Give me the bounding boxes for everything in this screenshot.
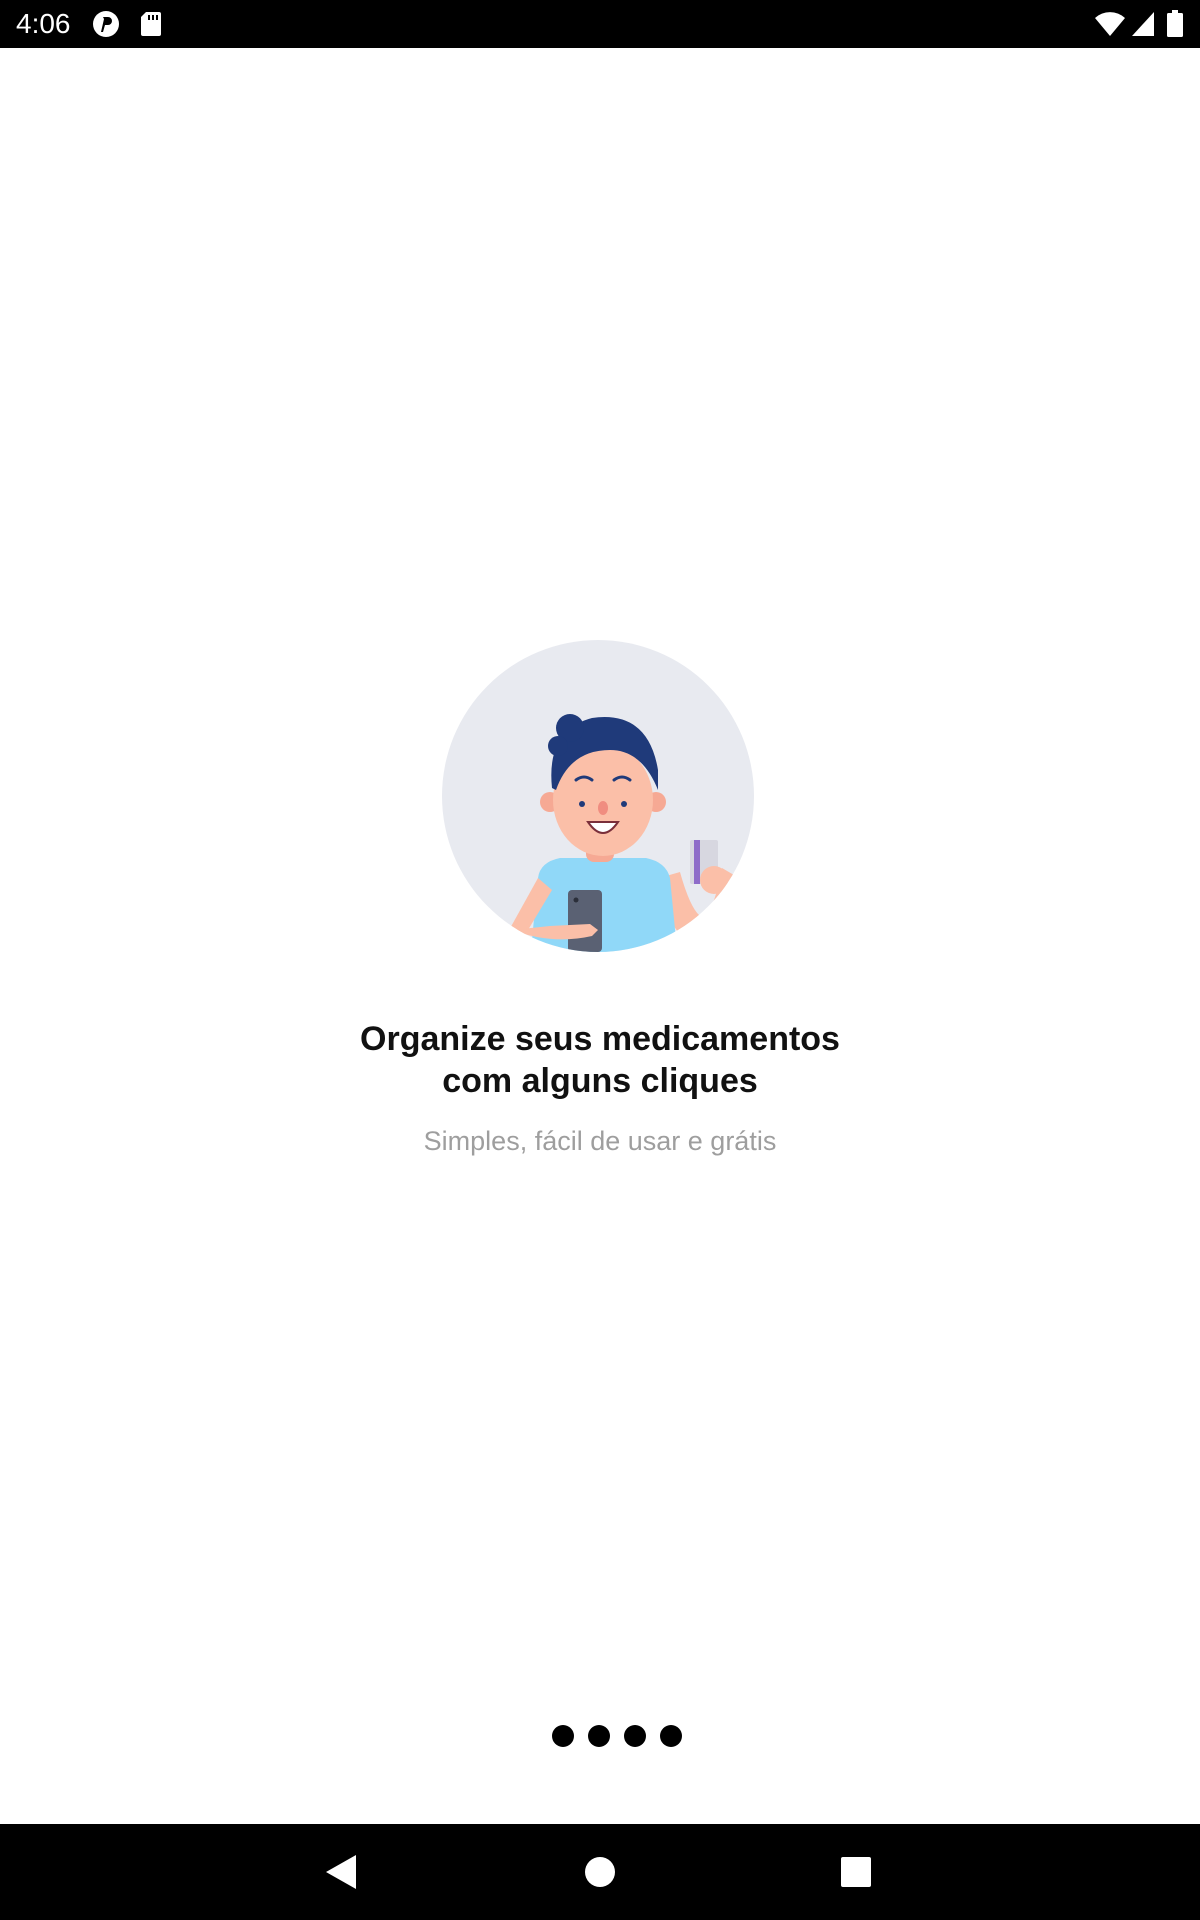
status-time: 4:06 — [16, 8, 71, 39]
page-indicator — [552, 1725, 682, 1747]
recents-icon[interactable] — [834, 1850, 878, 1894]
back-icon[interactable] — [320, 1850, 364, 1894]
wifi-icon — [1095, 12, 1125, 37]
pinterest-icon — [93, 11, 119, 37]
status-bar: 4:06 — [0, 0, 1200, 48]
page-indicator-dot-3[interactable] — [624, 1725, 646, 1747]
home-icon[interactable] — [578, 1850, 622, 1894]
onboarding-title: Organize seus medicamentos com alguns cl… — [200, 1018, 1000, 1102]
sd-card-icon — [141, 12, 161, 36]
title-line-2: com alguns cliques — [442, 1062, 758, 1100]
page-indicator-dot-4[interactable] — [660, 1725, 682, 1747]
page-indicator-dot-1[interactable] — [552, 1725, 574, 1747]
navigation-bar — [0, 1824, 1200, 1920]
title-line-1: Organize seus medicamentos — [360, 1020, 840, 1058]
page-indicator-dot-2[interactable] — [588, 1725, 610, 1747]
person-with-phone-and-card-illustration — [442, 640, 754, 952]
battery-icon — [1167, 10, 1183, 37]
onboarding-subtitle: Simples, fácil de usar e grátis — [423, 1126, 777, 1156]
cell-signal-icon — [1132, 12, 1154, 36]
onboarding-screen: 4:06 Organize seus medicamentos com algu… — [0, 0, 1200, 1920]
